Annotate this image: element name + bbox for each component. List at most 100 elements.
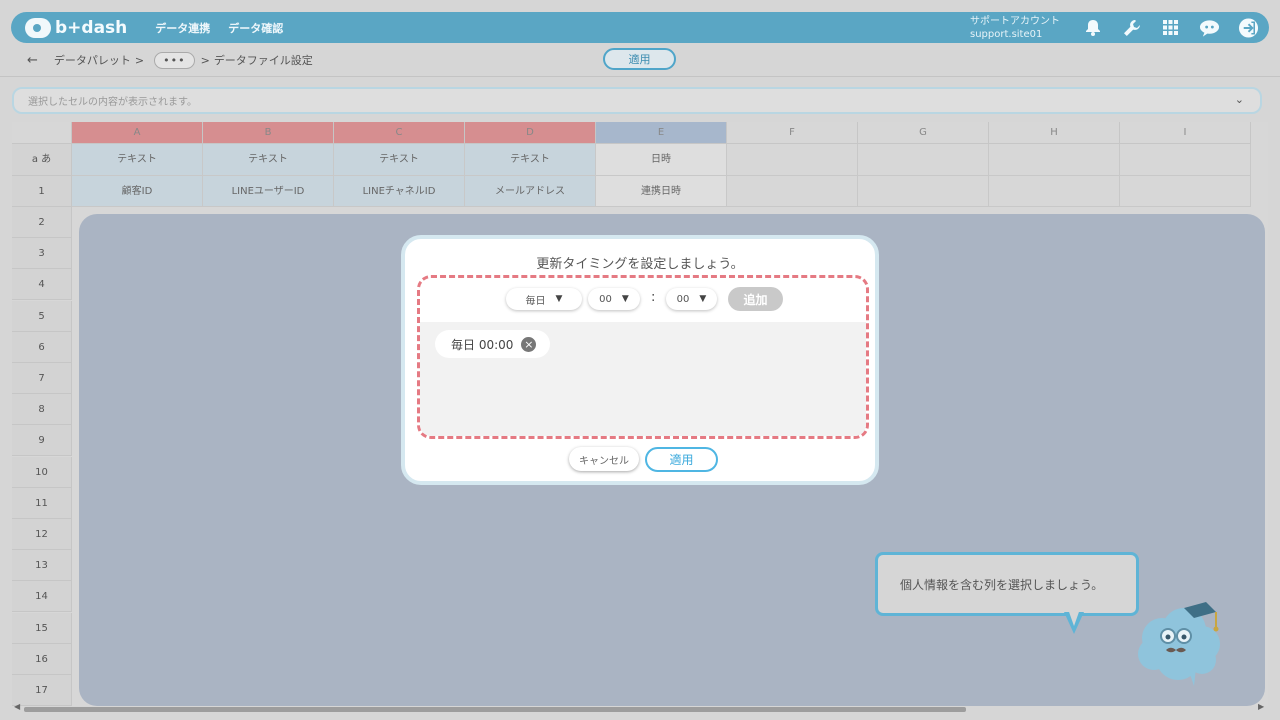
row-header-3[interactable]: 3 bbox=[12, 238, 72, 270]
row-header-6[interactable]: 6 bbox=[12, 331, 72, 363]
chevron-down-icon: ▼ bbox=[699, 294, 707, 304]
header-icons bbox=[1082, 17, 1259, 38]
chevron-down-icon: ▼ bbox=[555, 294, 563, 304]
remove-schedule-icon[interactable]: × bbox=[521, 336, 537, 352]
type-cell-h[interactable] bbox=[989, 144, 1120, 176]
minute-value: 00 bbox=[676, 293, 690, 305]
column-header-h[interactable]: H bbox=[989, 122, 1120, 144]
top-apply-button[interactable]: 適用 bbox=[603, 48, 676, 70]
row-header-14[interactable]: 14 bbox=[12, 581, 72, 613]
hint-text: 個人情報を含む列を選択しましょう。 bbox=[900, 577, 1104, 592]
header-cell-g[interactable] bbox=[858, 176, 989, 207]
column-header-b[interactable]: B bbox=[203, 122, 334, 144]
time-colon: : bbox=[651, 290, 656, 305]
row-header-16[interactable]: 16 bbox=[12, 643, 72, 675]
column-header-d[interactable]: D bbox=[465, 122, 596, 144]
row-header-17[interactable]: 17 bbox=[12, 675, 72, 706]
cell-content-bar[interactable]: 選択したセルの内容が表示されます。 ⌄ bbox=[12, 87, 1262, 114]
type-cell-c[interactable]: テキスト bbox=[334, 144, 465, 176]
bell-icon[interactable] bbox=[1082, 17, 1103, 38]
hour-select[interactable]: 00 ▼ bbox=[588, 288, 640, 310]
account-name: サポートアカウント bbox=[970, 15, 1060, 27]
grid-corner bbox=[12, 122, 72, 144]
hour-value: 00 bbox=[599, 293, 612, 305]
row-header-7[interactable]: 7 bbox=[12, 363, 72, 394]
row-header-2[interactable]: 2 bbox=[12, 207, 72, 238]
column-header-c[interactable]: C bbox=[334, 122, 465, 144]
column-header-f[interactable]: F bbox=[727, 122, 858, 144]
type-cell-g[interactable] bbox=[858, 144, 989, 176]
schedule-chip: 毎日 00:00 × bbox=[435, 330, 551, 358]
account-info[interactable]: サポートアカウント support.site01 bbox=[970, 15, 1060, 41]
logout-icon[interactable] bbox=[1238, 17, 1259, 38]
header-cell-f[interactable] bbox=[727, 176, 858, 207]
account-id: support.site01 bbox=[970, 28, 1043, 40]
row-header-11[interactable]: 11 bbox=[12, 487, 72, 519]
row-header-8[interactable]: 8 bbox=[12, 394, 72, 426]
breadcrumb-root[interactable]: データパレット bbox=[54, 52, 131, 68]
app-root: b+dash データ連携 データ確認 サポートアカウント support.sit… bbox=[0, 0, 1280, 720]
type-cell-b[interactable]: テキスト bbox=[203, 144, 334, 176]
header-cell-i[interactable] bbox=[1120, 176, 1251, 207]
mascot-character-icon bbox=[1132, 598, 1224, 688]
row-header-5[interactable]: 5 bbox=[12, 300, 72, 332]
minute-select[interactable]: 00 ▼ bbox=[666, 288, 717, 310]
chevron-down-icon: ▼ bbox=[621, 294, 629, 304]
apply-button[interactable]: 適用 bbox=[645, 447, 718, 472]
nav-item-data-link[interactable]: データ連携 bbox=[155, 20, 210, 36]
row-header-12[interactable]: 12 bbox=[12, 519, 72, 550]
type-cell-d[interactable]: テキスト bbox=[465, 144, 596, 176]
scroll-right-arrow-icon[interactable]: ▶ bbox=[1258, 702, 1264, 711]
type-cell-a[interactable]: テキスト bbox=[72, 144, 203, 176]
help-chat-icon[interactable] bbox=[1199, 17, 1220, 38]
back-arrow-icon[interactable]: ← bbox=[27, 53, 38, 68]
wrench-icon[interactable] bbox=[1121, 17, 1142, 38]
logo-cloud-icon bbox=[25, 17, 51, 38]
breadcrumb-separator: > bbox=[134, 53, 145, 67]
column-header-e[interactable]: E bbox=[596, 122, 727, 144]
breadcrumb-current: データファイル設定 bbox=[213, 54, 313, 67]
row-header-type[interactable]: a あ bbox=[12, 144, 72, 176]
header-cell-a[interactable]: 顧客ID bbox=[72, 176, 203, 207]
type-cell-i[interactable] bbox=[1120, 144, 1251, 176]
divider bbox=[0, 76, 1280, 77]
header-cell-c[interactable]: LINEチャネルID bbox=[334, 176, 465, 207]
logo[interactable]: b+dash bbox=[25, 17, 128, 38]
row-header-13[interactable]: 13 bbox=[12, 550, 72, 582]
add-schedule-button[interactable]: 追加 bbox=[728, 287, 783, 311]
type-cell-e[interactable]: 日時 bbox=[596, 144, 727, 176]
header-cell-e[interactable]: 連携日時 bbox=[596, 176, 727, 207]
schedule-list: 毎日 00:00 × bbox=[420, 322, 866, 436]
row-header-10[interactable]: 10 bbox=[12, 456, 72, 488]
row-header-1[interactable]: 1 bbox=[12, 176, 72, 207]
scroll-left-arrow-icon[interactable]: ◀ bbox=[14, 702, 20, 711]
breadcrumb-more-button[interactable]: ••• bbox=[154, 51, 195, 69]
type-cell-f[interactable] bbox=[727, 144, 858, 176]
schedule-highlight-area: 毎日 ▼ 00 ▼ : 00 ▼ 追加 毎日 00:00 × bbox=[417, 275, 869, 439]
header-cell-d[interactable]: メールアドレス bbox=[465, 176, 596, 207]
modal-title: 更新タイミングを設定しましょう。 bbox=[536, 257, 744, 272]
schedule-chip-label: 毎日 00:00 bbox=[451, 337, 514, 352]
update-timing-modal: 更新タイミングを設定しましょう。 毎日 ▼ 00 ▼ : 00 ▼ 追加 毎日 … bbox=[401, 235, 879, 485]
row-header-15[interactable]: 15 bbox=[12, 612, 72, 644]
column-header-a[interactable]: A bbox=[72, 122, 203, 144]
logo-text: b+dash bbox=[55, 17, 128, 38]
grid-icon[interactable] bbox=[1160, 17, 1181, 38]
breadcrumb-separator: > bbox=[200, 53, 210, 67]
chevron-down-icon[interactable]: ⌄ bbox=[1235, 93, 1244, 106]
cancel-button[interactable]: キャンセル bbox=[569, 447, 639, 471]
nav-item-data-check[interactable]: データ確認 bbox=[228, 20, 283, 36]
column-header-i[interactable]: I bbox=[1120, 122, 1251, 144]
hint-bubble-tail bbox=[1064, 609, 1084, 634]
hint-bubble: 個人情報を含む列を選択しましょう。 bbox=[875, 552, 1139, 616]
cell-content-placeholder: 選択したセルの内容が表示されます。 bbox=[28, 97, 197, 108]
header-cell-b[interactable]: LINEユーザーID bbox=[203, 176, 334, 207]
row-header-9[interactable]: 9 bbox=[12, 425, 72, 457]
main-nav: データ連携 データ確認 bbox=[155, 20, 283, 36]
header-cell-h[interactable] bbox=[989, 176, 1120, 207]
frequency-select[interactable]: 毎日 ▼ bbox=[506, 288, 582, 310]
column-header-g[interactable]: G bbox=[858, 122, 989, 144]
row-header-4[interactable]: 4 bbox=[12, 269, 72, 301]
frequency-value: 毎日 bbox=[525, 295, 546, 307]
horizontal-scrollbar[interactable] bbox=[24, 707, 966, 712]
